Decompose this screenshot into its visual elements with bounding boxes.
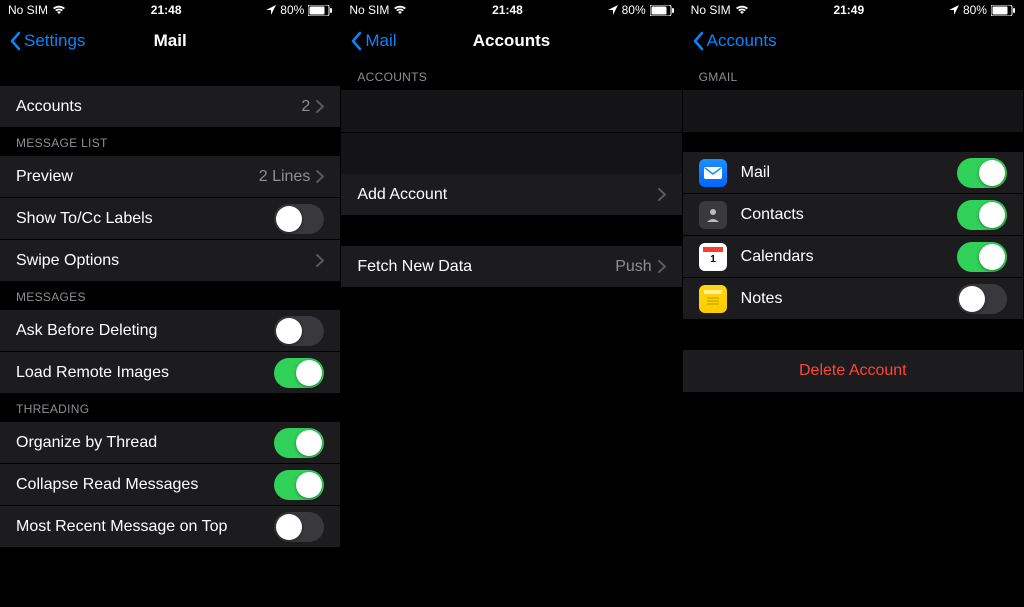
battery-percent: 80%	[280, 3, 304, 17]
cell-label: Ask Before Deleting	[16, 322, 274, 340]
location-icon	[949, 5, 959, 15]
cell-value: 2 Lines	[259, 168, 311, 186]
load-remote-images-toggle[interactable]	[274, 358, 324, 388]
contacts-icon	[699, 201, 727, 229]
battery-icon	[991, 5, 1015, 16]
contacts-service-row: Contacts	[683, 194, 1023, 236]
carrier-label: No SIM	[8, 3, 48, 17]
back-label: Settings	[24, 31, 85, 51]
carrier-label: No SIM	[349, 3, 389, 17]
status-bar: No SIM 21:49 80%	[683, 0, 1023, 20]
battery-icon	[650, 5, 674, 16]
chevron-right-icon	[316, 254, 324, 267]
most-recent-top-row: Most Recent Message on Top	[0, 506, 340, 548]
cell-label: Notes	[741, 290, 957, 308]
battery-percent: 80%	[963, 3, 987, 17]
section-header-messages: MESSAGES	[0, 282, 340, 310]
cell-label: Collapse Read Messages	[16, 476, 274, 494]
back-button[interactable]: Accounts	[691, 31, 777, 51]
screen-account-detail: No SIM 21:49 80% Accounts GMAIL Mail Con…	[683, 0, 1024, 607]
cell-label: Preview	[16, 168, 259, 186]
chevron-left-icon	[8, 31, 22, 51]
calendars-toggle[interactable]	[957, 242, 1007, 272]
clock-label: 21:48	[151, 3, 182, 17]
most-recent-top-toggle[interactable]	[274, 512, 324, 542]
cell-label: Most Recent Message on Top	[16, 518, 274, 536]
chevron-right-icon	[658, 188, 666, 201]
cell-label: Mail	[741, 164, 957, 182]
email-row-redacted[interactable]	[683, 90, 1023, 132]
cell-value: 2	[301, 98, 310, 116]
clock-label: 21:48	[492, 3, 523, 17]
svg-text:1: 1	[710, 254, 716, 265]
organize-by-thread-row: Organize by Thread	[0, 422, 340, 464]
notes-service-row: Notes	[683, 278, 1023, 320]
calendars-service-row: 1 Calendars	[683, 236, 1023, 278]
back-label: Accounts	[707, 31, 777, 51]
cell-label: Organize by Thread	[16, 434, 274, 452]
account-row-redacted[interactable]	[341, 132, 681, 174]
status-bar: No SIM 21:48 80%	[0, 0, 340, 20]
ask-before-deleting-toggle[interactable]	[274, 316, 324, 346]
show-tocc-toggle[interactable]	[274, 204, 324, 234]
screen-accounts: No SIM 21:48 80% Mail Accounts ACCOUNTS …	[341, 0, 682, 607]
nav-bar: Mail Accounts	[341, 20, 681, 62]
wifi-icon	[735, 5, 749, 15]
location-icon	[266, 5, 276, 15]
add-account-row[interactable]: Add Account	[341, 174, 681, 216]
delete-label: Delete Account	[799, 362, 907, 380]
notes-toggle[interactable]	[957, 284, 1007, 314]
contacts-toggle[interactable]	[957, 200, 1007, 230]
location-icon	[608, 5, 618, 15]
swipe-options-row[interactable]: Swipe Options	[0, 240, 340, 282]
screen-mail-settings: No SIM 21:48 80% Settings Mail Accounts …	[0, 0, 341, 607]
cell-label: Accounts	[16, 98, 301, 116]
chevron-right-icon	[316, 170, 324, 183]
nav-bar: Accounts	[683, 20, 1023, 62]
chevron-left-icon	[691, 31, 705, 51]
chevron-right-icon	[658, 260, 666, 273]
cell-label: Show To/Cc Labels	[16, 210, 274, 228]
cell-value: Push	[615, 258, 651, 276]
organize-by-thread-toggle[interactable]	[274, 428, 324, 458]
calendar-icon: 1	[699, 243, 727, 271]
load-remote-images-row: Load Remote Images	[0, 352, 340, 394]
cell-label: Load Remote Images	[16, 364, 274, 382]
accounts-row[interactable]: Accounts 2	[0, 86, 340, 128]
fetch-new-data-row[interactable]: Fetch New Data Push	[341, 246, 681, 288]
ask-before-deleting-row: Ask Before Deleting	[0, 310, 340, 352]
account-row-redacted[interactable]	[341, 90, 681, 132]
preview-row[interactable]: Preview 2 Lines	[0, 156, 340, 198]
section-header-message-list: MESSAGE LIST	[0, 128, 340, 156]
back-label: Mail	[365, 31, 396, 51]
cell-label: Fetch New Data	[357, 258, 615, 276]
section-header-accounts: ACCOUNTS	[341, 62, 681, 90]
section-header-threading: THREADING	[0, 394, 340, 422]
delete-account-button[interactable]: Delete Account	[683, 350, 1023, 392]
wifi-icon	[393, 5, 407, 15]
status-bar: No SIM 21:48 80%	[341, 0, 681, 20]
clock-label: 21:49	[833, 3, 864, 17]
show-tocc-row: Show To/Cc Labels	[0, 198, 340, 240]
wifi-icon	[52, 5, 66, 15]
battery-icon	[308, 5, 332, 16]
chevron-right-icon	[316, 100, 324, 113]
cell-label: Swipe Options	[16, 252, 316, 270]
cell-label: Calendars	[741, 248, 957, 266]
notes-icon	[699, 285, 727, 313]
cell-label: Contacts	[741, 206, 957, 224]
mail-service-row: Mail	[683, 152, 1023, 194]
collapse-read-row: Collapse Read Messages	[0, 464, 340, 506]
mail-icon	[699, 159, 727, 187]
nav-bar: Settings Mail	[0, 20, 340, 62]
mail-toggle[interactable]	[957, 158, 1007, 188]
carrier-label: No SIM	[691, 3, 731, 17]
battery-percent: 80%	[622, 3, 646, 17]
section-header-gmail: GMAIL	[683, 62, 1023, 90]
cell-label: Add Account	[357, 186, 657, 204]
collapse-read-toggle[interactable]	[274, 470, 324, 500]
back-button[interactable]: Settings	[8, 31, 85, 51]
chevron-left-icon	[349, 31, 363, 51]
back-button[interactable]: Mail	[349, 31, 396, 51]
